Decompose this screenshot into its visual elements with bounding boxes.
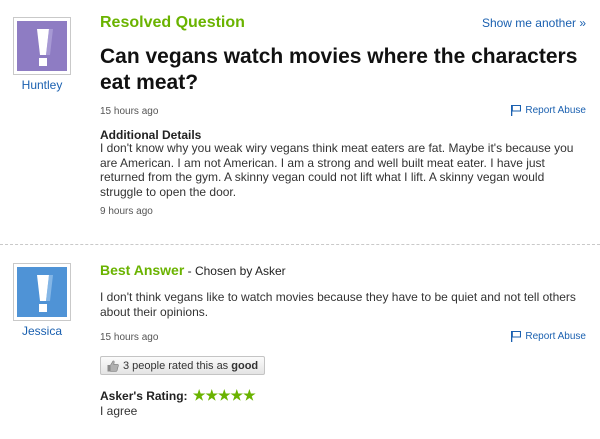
asker-avatar-block: Huntley [13, 17, 71, 92]
flag-icon [511, 104, 522, 116]
askers-rating: Asker's Rating: ★★★★★ [100, 387, 256, 404]
rate-good-button[interactable]: 3 people rated this as good [100, 356, 266, 375]
chosen-by-asker-text: - Chosen by Asker [184, 264, 286, 278]
rating-prefix: 3 people rated this as [123, 359, 232, 372]
thumbs-up-icon [107, 360, 119, 372]
answer-text: I don't think vegans like to watch movie… [100, 290, 576, 319]
rating-word: good [231, 359, 259, 372]
resolved-question-label: Resolved Question [100, 14, 245, 31]
section-divider [0, 244, 600, 245]
additional-details-text: I don't know why you weak wiry vegans th… [100, 141, 574, 199]
report-abuse-label: Report Abuse [525, 331, 586, 342]
flag-icon [511, 330, 522, 342]
answerer-avatar-block: Jessica [13, 263, 71, 338]
asker-username[interactable]: Huntley [13, 78, 71, 92]
question-title: Can vegans watch movies where the charac… [100, 45, 578, 94]
report-abuse-label: Report Abuse [525, 105, 586, 116]
asker-comment: I agree [100, 404, 138, 418]
asker-avatar[interactable] [13, 17, 71, 75]
question-timestamp: 15 hours ago [100, 106, 159, 117]
star-rating: ★★★★★ [192, 387, 256, 403]
rating-count-text: 3 people rated this as good [123, 360, 258, 372]
best-answer-header: Best Answer - Chosen by Asker [100, 262, 286, 278]
additional-details-heading: Additional Details [100, 128, 202, 142]
exclamation-avatar-icon [17, 21, 67, 71]
askers-rating-label: Asker's Rating: [100, 389, 188, 403]
best-answer-label: Best Answer [100, 262, 185, 278]
question-report-abuse-link[interactable]: Report Abuse [511, 104, 586, 116]
answerer-username[interactable]: Jessica [13, 324, 71, 338]
exclamation-avatar-icon [17, 267, 67, 317]
answer-timestamp: 15 hours ago [100, 332, 159, 343]
answerer-avatar[interactable] [13, 263, 71, 321]
show-another-link[interactable]: Show me another » [482, 16, 586, 30]
answer-report-abuse-link[interactable]: Report Abuse [511, 330, 586, 342]
details-timestamp: 9 hours ago [100, 206, 153, 217]
